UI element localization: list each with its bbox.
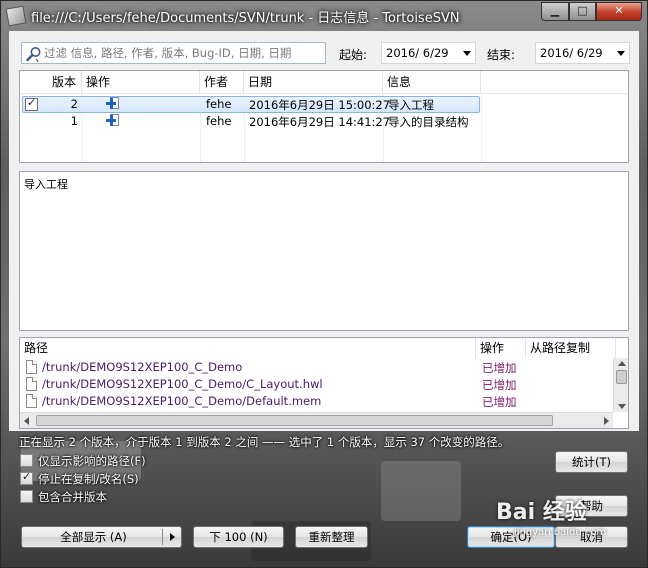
path: /trunk/DEMO9S12XEP100_C_Demo/C_Layout.hw… [42,377,323,391]
column-header-message[interactable]: 信息 [383,71,481,93]
title-bar[interactable]: file:///C:/Users/fehe/Documents/SVN/trun… [1,1,647,31]
close-button[interactable]: ✕ [596,2,642,21]
dropdown-arrow-icon[interactable] [170,533,175,541]
option-label: 包含合并版本 [38,490,107,504]
scroll-left-icon[interactable] [24,417,29,425]
log-row[interactable]: 2 fehe 2016年6月29日 15:00:27 导入工程 [20,96,620,113]
chevron-down-icon[interactable] [617,51,625,56]
column-header-author[interactable]: 作者 [200,71,244,93]
scroll-down-icon[interactable] [618,404,626,409]
dialog-client-area: 起始: 2016/ 6/29 结束: 2016/ 6/29 版本 操作 作者 日… [9,31,639,431]
window-title: file:///C:/Users/fehe/Documents/SVN/trun… [31,11,460,26]
maximize-button[interactable]: □ [569,2,596,21]
to-date-picker[interactable]: 2016/ 6/29 [535,42,630,64]
column-header-action[interactable]: 操作 [82,71,200,93]
statistics-button[interactable]: 统计(T) [555,451,628,473]
scroll-thumb[interactable] [36,415,553,426]
refresh-button[interactable]: 重新整理 [295,526,368,548]
path: /trunk/DEMO9S12XEP100_C_Demo [42,360,243,374]
column-header-path-action[interactable]: 操作 [476,338,526,358]
added-action-icon [106,114,120,128]
tortoisesvn-app-icon [5,5,27,27]
file-icon [26,377,37,391]
scroll-thumb[interactable] [616,370,627,384]
path-action: 已增加 [482,361,517,375]
revision-number: 1 [70,114,78,128]
column-header-revision[interactable]: 版本 [20,71,82,93]
show-all-button[interactable]: 全部显示 (A) [21,526,182,548]
path-row[interactable]: /trunk/DEMO9S12XEP100_C_Demo/Default.mem… [20,393,616,410]
author: fehe [206,114,232,128]
horizontal-scrollbar[interactable] [20,412,613,428]
added-action-icon [106,97,120,111]
column-header-date[interactable]: 日期 [244,71,383,93]
changed-paths-table[interactable]: 路径 操作 从路径复制 /trunk/DEMO9S12XEP100_C_Demo… [19,337,629,429]
filter-field[interactable] [21,42,326,64]
column-header-path[interactable]: 路径 [20,338,476,358]
from-date-value: 2016/ 6/29 [386,46,449,60]
log-message-text: 导入工程 [24,178,68,191]
message: 导入的目录结构 [388,115,469,129]
date: 2016年6月29日 14:41:27 [249,115,391,129]
path-action: 已增加 [482,378,517,392]
log-message-pane[interactable]: 导入工程 [19,171,629,331]
revision-number: 2 [70,97,78,111]
checkbox[interactable] [20,490,33,503]
from-date-label: 起始: [339,48,368,62]
show-all-label: 全部显示 (A) [60,530,127,544]
search-icon[interactable] [26,46,42,62]
filter-input[interactable] [44,43,324,63]
to-date-value: 2016/ 6/29 [540,46,603,60]
file-icon [26,394,37,408]
from-date-picker[interactable]: 2016/ 6/29 [381,42,476,64]
watermark-url: jingyan.baidu.com [514,527,607,538]
minimize-button[interactable]: ▁ [541,2,569,21]
log-row[interactable]: 1 fehe 2016年6月29日 14:41:27 导入的目录结构 [20,113,620,130]
column-header-copied-from[interactable]: 从路径复制 [526,338,616,358]
checkbox[interactable] [20,454,33,467]
revision-log-table[interactable]: 版本 操作 作者 日期 信息 2 fehe 2016年6月29日 15:00:2… [19,70,629,163]
chevron-down-icon[interactable] [463,51,471,56]
date: 2016年6月29日 15:00:27 [249,98,391,112]
scroll-right-icon[interactable] [604,417,609,425]
row-checkbox[interactable] [25,96,38,111]
status-text: 正在显示 2 个版本，介于版本 1 到版本 2 之间 —— 选中了 1 个版本，… [19,435,510,449]
message: 导入工程 [388,98,434,112]
option-label: 仅显示影响的路径(F) [38,454,146,468]
scroll-up-icon[interactable] [618,361,626,366]
watermark-logo: Bai 经验 [496,500,587,525]
checkbox[interactable] [20,470,33,485]
log-dialog-window: file:///C:/Users/fehe/Documents/SVN/trun… [0,0,648,568]
path-action: 已增加 [482,395,517,409]
option-label: 停止在复制/改名(S) [38,472,139,486]
author: fehe [206,97,232,111]
vertical-scrollbar[interactable] [613,358,628,412]
path: /trunk/DEMO9S12XEP100_C_Demo/Default.mem [42,394,322,408]
path-row[interactable]: /trunk/DEMO9S12XEP100_C_Demo 已增加 [20,359,616,376]
path-row[interactable]: /trunk/DEMO9S12XEP100_C_Demo/C_Layout.hw… [20,376,616,393]
to-date-label: 结束: [487,48,516,62]
next-100-button[interactable]: 下 100 (N) [193,526,284,548]
file-icon [26,360,37,374]
